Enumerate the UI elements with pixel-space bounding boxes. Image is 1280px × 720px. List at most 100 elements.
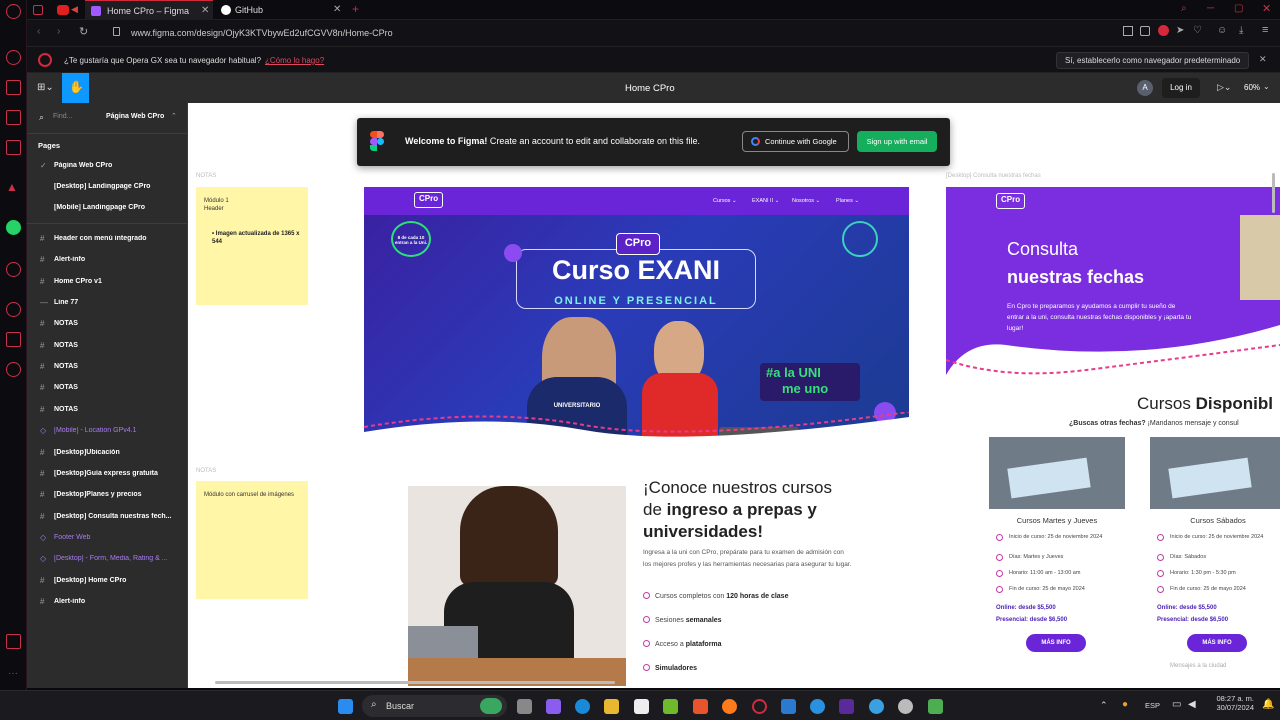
continue-google-button[interactable]: Continue with Google (742, 131, 849, 152)
network-icon[interactable]: ▭ (1172, 699, 1181, 710)
how-to-link[interactable]: ¿Cómo lo hago? (265, 56, 324, 65)
layer-item[interactable]: # Alert-info (27, 254, 188, 268)
clock-icon[interactable] (6, 302, 21, 317)
layer-item[interactable]: # NOTAS (27, 318, 188, 332)
task-view-icon[interactable] (517, 699, 532, 714)
horizontal-scrollbar[interactable] (215, 681, 615, 684)
whatsapp-icon[interactable] (6, 220, 21, 235)
start-icon[interactable] (338, 699, 353, 714)
brave-icon[interactable] (693, 699, 708, 714)
reload-icon[interactable]: ↻ (79, 25, 88, 38)
new-tab-icon[interactable]: + (352, 2, 359, 16)
menu-icon[interactable]: ≡ (1262, 24, 1268, 36)
edge-icon[interactable] (575, 699, 590, 714)
nav-item[interactable]: Nosotros ⌄ (792, 198, 820, 204)
app-icon[interactable] (869, 699, 884, 714)
url-field[interactable]: www.figma.com/design/OjyK3KTVbywEd2ufCGV… (131, 28, 393, 38)
signup-email-button[interactable]: Sign up with email (857, 131, 937, 152)
send-icon[interactable]: ➤ (1176, 25, 1184, 36)
close-notification-icon[interactable]: ✕ (1259, 54, 1267, 65)
present-icon[interactable]: ▷⌄ (1217, 82, 1231, 93)
sticky-note[interactable]: Módulo 1 Header • Imagen actualizada de … (196, 187, 308, 305)
apps-icon[interactable] (6, 140, 21, 155)
layer-item[interactable]: # Alert-info (27, 596, 188, 610)
avatar[interactable]: A (1137, 80, 1153, 96)
layer-item[interactable]: # NOTAS (27, 382, 188, 396)
speed-dial-icon[interactable] (6, 50, 21, 65)
adblock-icon[interactable] (1158, 25, 1169, 36)
app-icon[interactable] (839, 699, 854, 714)
vscode-icon[interactable] (781, 699, 796, 714)
app-icon[interactable] (898, 699, 913, 714)
hand-tool-button[interactable]: ✋ (62, 73, 89, 103)
app-icon[interactable] (928, 699, 943, 714)
camera-icon[interactable] (1140, 26, 1150, 36)
opera-gx-icon[interactable] (752, 699, 767, 714)
hero-frame[interactable]: CPro Cursos ⌄ EXANI II ⌄ Nosotros ⌄ Plan… (364, 187, 909, 457)
box-icon[interactable] (6, 332, 21, 347)
profile-icon[interactable]: ☺ (1217, 25, 1227, 36)
page-selector[interactable]: Página Web CPro (106, 113, 164, 120)
layer-item[interactable]: # Header con menú integrado (27, 233, 188, 247)
page-item[interactable]: [Mobile] Landingpage CPro (27, 202, 188, 216)
heart-icon[interactable]: ♡ (1193, 25, 1202, 36)
gallery-icon[interactable] (6, 634, 21, 649)
nav-item[interactable]: EXANI II ⌄ (752, 198, 779, 204)
layer-item[interactable]: # [Desktop]Guía express gratuita (27, 468, 188, 482)
workspaces-icon[interactable] (33, 5, 43, 15)
close-tab-icon[interactable]: ✕ (333, 0, 341, 20)
consulta-frame[interactable]: CPro Consulta nuestras fechas En Cpro te… (946, 187, 1280, 382)
notifications-icon[interactable]: 🔔 (1262, 699, 1274, 710)
layer-item[interactable]: # NOTAS (27, 404, 188, 418)
layer-item[interactable]: — Line 77 (27, 297, 188, 311)
bag-icon[interactable] (6, 80, 21, 95)
maximize-icon[interactable]: ▢ (1234, 3, 1243, 14)
page-item-current[interactable]: ✓ Página Web CPro (27, 160, 188, 174)
file-explorer-icon[interactable] (604, 699, 619, 714)
copilot-icon[interactable] (546, 699, 561, 714)
youtube-icon[interactable] (57, 5, 69, 15)
tab-github[interactable]: GitHub ✕ (213, 0, 345, 20)
vertical-scrollbar[interactable] (1272, 173, 1275, 213)
nav-item[interactable]: Planes ⌄ (836, 198, 859, 204)
nvidia-icon[interactable] (663, 699, 678, 714)
mic-icon[interactable]: ● (1122, 699, 1128, 710)
more-info-button[interactable]: MÁS INFO (1026, 634, 1086, 652)
page-item[interactable]: [Desktop] Landingpage CPro (27, 181, 188, 195)
figma-canvas[interactable]: NOTAS Módulo 1 Header • Imagen actualiza… (188, 103, 1280, 688)
twitch-icon[interactable] (6, 110, 21, 125)
zoom-chevron-icon[interactable]: ⌄ (1263, 82, 1270, 91)
more-info-button[interactable]: MÁS INFO (1187, 634, 1247, 652)
main-menu-icon[interactable]: ⊞⌄ (37, 82, 54, 93)
back-icon[interactable]: ‹ (37, 26, 40, 37)
layer-item[interactable]: # [Desktop] Consulta nuestras fech... (27, 511, 188, 525)
app-icon[interactable] (810, 699, 825, 714)
set-default-button[interactable]: Sí, establecerlo como navegador predeter… (1056, 52, 1250, 69)
more-icon[interactable]: ··· (8, 668, 18, 679)
layer-item[interactable]: # [Desktop]Ubicación (27, 447, 188, 461)
layer-item[interactable]: ◇ Footer Web (27, 532, 188, 546)
store-icon[interactable] (634, 699, 649, 714)
cast-icon[interactable] (1123, 26, 1133, 36)
layer-item[interactable]: ◇ [Mobile] - Location GPv4.1 (27, 425, 188, 439)
tab-figma[interactable]: Home CPro – Figma ✕ (85, 0, 213, 20)
layer-item[interactable]: ◇ [Desktop] - Form, Media, Rating & ... (27, 553, 188, 567)
layer-item[interactable]: # [Desktop] Home CPro (27, 575, 188, 589)
close-tab-icon[interactable]: ✕ (201, 1, 209, 21)
forward-icon[interactable]: › (57, 26, 60, 37)
taskbar-search[interactable]: ⌕ Buscar (362, 695, 507, 717)
gx-corner-icon[interactable]: ▲ (6, 180, 21, 195)
volume-icon[interactable]: ◀ (1188, 699, 1196, 710)
layer-item[interactable]: # NOTAS (27, 361, 188, 375)
tab-search-icon[interactable]: ⌕ (1181, 3, 1187, 14)
firefox-icon[interactable] (722, 699, 737, 714)
nav-item[interactable]: Cursos ⌄ (713, 198, 737, 204)
login-button[interactable]: Log in (1162, 78, 1200, 98)
search-icon[interactable]: ⌕ (39, 112, 44, 123)
clock[interactable]: 08:27 a. m. 30/07/2024 (1210, 694, 1254, 712)
layer-item[interactable]: # [Desktop]Planes y precios (27, 489, 188, 503)
layer-item[interactable]: # NOTAS (27, 340, 188, 354)
find-input[interactable]: Find... (53, 113, 72, 120)
opera-logo-icon[interactable] (6, 4, 21, 19)
speaker-icon[interactable]: ◀ (71, 4, 78, 15)
